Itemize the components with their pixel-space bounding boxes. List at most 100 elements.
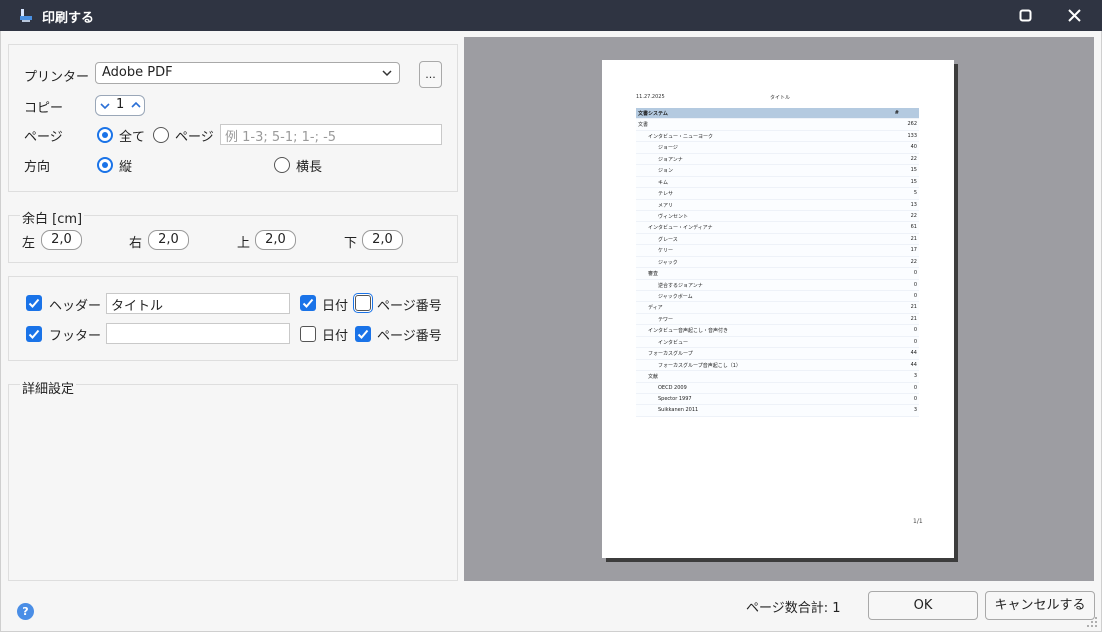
- footer-date-checkbox[interactable]: [300, 326, 316, 342]
- preview-table-row: フォーカスグループ音声起こし（1） 44: [636, 359, 919, 372]
- preview-row-value: 0: [913, 384, 917, 391]
- preview-table-row: インタビュー・ニューヨーク 133: [636, 130, 919, 143]
- margin-left-input[interactable]: 2,0: [41, 230, 82, 250]
- header-page-number-checkbox[interactable]: [355, 295, 371, 311]
- window-title: 印刷する: [42, 11, 95, 26]
- preview-table-row: ヴィンセント 22: [636, 210, 919, 223]
- cancel-button[interactable]: キャンセルする: [985, 591, 1095, 620]
- margin-bottom-label: 下: [344, 236, 358, 251]
- preview-row-name: テワー: [658, 316, 674, 323]
- preview-row-name: キム: [658, 179, 669, 186]
- preview-table-row: インタビュー・インディアナ 61: [636, 222, 919, 234]
- preview-row-value: 262: [907, 121, 917, 128]
- pages-all-radio[interactable]: [97, 127, 113, 143]
- preview-column-header: 文書システム: [638, 111, 668, 117]
- preview-table-row: 審査 0: [636, 268, 919, 280]
- header-label: ヘッダー: [49, 299, 102, 314]
- preview-row-value: 21: [910, 235, 917, 242]
- preview-table-row: Suikkanen 2011 3: [636, 405, 919, 417]
- preview-table: 文書システム # 文書 262 インタビュー・ニューヨーク 133 ジョージ 40 ジョアン…: [636, 108, 919, 417]
- preview-row-value: 44: [910, 350, 917, 357]
- preview-row-name: Spector 1997: [658, 395, 692, 402]
- preview-table-row: ディア 21: [636, 302, 919, 314]
- maximize-button[interactable]: [1004, 0, 1046, 31]
- preview-table-row: テレサ 5: [636, 188, 919, 200]
- help-icon[interactable]: ?: [17, 603, 34, 620]
- preview-row-name: 文書: [638, 122, 649, 129]
- footer-page-number-checkbox[interactable]: [355, 326, 371, 342]
- preview-table-row: 逆合するジョアンナ 0: [636, 279, 919, 291]
- checkmark-icon: [28, 329, 40, 339]
- preview-page-number: 1/1: [913, 518, 923, 525]
- preview-row-name: 逆合するジョアンナ: [658, 282, 703, 289]
- portrait-radio[interactable]: [97, 157, 113, 173]
- preview-row-name: フォーカスグループ: [648, 351, 693, 358]
- preview-table-row: 文書 262: [636, 119, 919, 131]
- ok-button[interactable]: OK: [868, 591, 978, 620]
- margin-right-input[interactable]: 2,0: [148, 230, 189, 250]
- preview-row-name: 審査: [648, 271, 659, 278]
- close-button[interactable]: [1053, 0, 1095, 31]
- preview-table-row: OECD 2009 0: [636, 382, 919, 394]
- preview-row-name: インタビュー音声起こし・音声付き: [648, 328, 729, 335]
- preview-table-row: インタビュー音声起こし・音声付き 0: [636, 325, 919, 337]
- preview-row-name: ディア: [648, 305, 663, 312]
- checkmark-icon: [357, 329, 369, 339]
- footer-label: フッター: [49, 329, 102, 344]
- resize-grip-icon[interactable]: [1083, 613, 1099, 629]
- preview-table-row: ケリー 17: [636, 245, 919, 257]
- preview-row-name: Suikkanen 2011: [658, 407, 699, 414]
- landscape-label: 横長: [296, 160, 323, 175]
- preview-table-row: メアリ 13: [636, 199, 919, 211]
- header-footer-panel: [8, 276, 458, 361]
- preview-row-name: ジャックボーム: [658, 294, 693, 300]
- preview-row-value: 0: [913, 327, 917, 334]
- increment-icon[interactable]: [131, 100, 141, 110]
- header-checkbox[interactable]: [26, 295, 42, 311]
- preview-header-date: 11.27.2025: [636, 94, 665, 100]
- header-text-input[interactable]: タイトル: [106, 293, 290, 314]
- preview-row-value: 3: [913, 373, 917, 380]
- header-page-number-label: ページ番号: [377, 299, 442, 314]
- margins-title: 余白 [cm]: [20, 208, 85, 227]
- landscape-radio[interactable]: [274, 157, 290, 173]
- preview-row-value: 0: [913, 270, 917, 277]
- title-bar: 印刷する: [0, 0, 1102, 31]
- preview-table-header: 文書システム #: [636, 108, 919, 120]
- copies-value: 1: [116, 97, 125, 112]
- pages-label: ページ: [24, 130, 63, 145]
- pages-range-input[interactable]: 例 1-3; 5-1; 1-; -5: [220, 124, 442, 145]
- preview-row-value: 22: [910, 155, 917, 162]
- printer-browse-button[interactable]: ...: [419, 61, 442, 88]
- copies-label: コピー: [24, 101, 64, 116]
- margin-top-input[interactable]: 2,0: [255, 230, 296, 250]
- orientation-label: 方向: [24, 160, 51, 175]
- close-icon: [1067, 9, 1081, 22]
- preview-count-header: #: [894, 110, 899, 116]
- footer-text-input[interactable]: [106, 323, 290, 344]
- preview-row-value: 21: [910, 315, 917, 322]
- preview-table-row: ジャック 22: [636, 256, 919, 269]
- preview-row-value: 133: [907, 132, 917, 139]
- copies-stepper[interactable]: 1: [95, 95, 145, 116]
- preview-table-row: ジョージ 40: [636, 142, 919, 154]
- pages-range-label: ページ: [175, 130, 214, 145]
- footer-checkbox[interactable]: [26, 326, 42, 342]
- advanced-settings-title: 詳細設定: [20, 378, 77, 397]
- pages-range-radio[interactable]: [153, 127, 169, 143]
- preview-row-value: 22: [910, 258, 917, 265]
- print-app-icon: [20, 9, 32, 22]
- printer-select-value: Adobe PDF: [102, 65, 173, 80]
- preview-header-title: タイトル: [770, 95, 791, 101]
- preview-table-row: テワー 21: [636, 313, 919, 326]
- preview-row-value: 61: [910, 224, 917, 231]
- decrement-icon[interactable]: [100, 101, 110, 111]
- preview-row-value: 0: [913, 395, 917, 402]
- printer-select[interactable]: Adobe PDF: [95, 62, 400, 84]
- preview-row-value: 22: [910, 212, 917, 219]
- preview-row-name: メアリ: [658, 202, 674, 209]
- maximize-icon: [1019, 9, 1031, 22]
- preview-table-row: Spector 1997 0: [636, 393, 919, 406]
- margin-bottom-input[interactable]: 2,0: [362, 230, 403, 250]
- header-date-checkbox[interactable]: [300, 295, 316, 311]
